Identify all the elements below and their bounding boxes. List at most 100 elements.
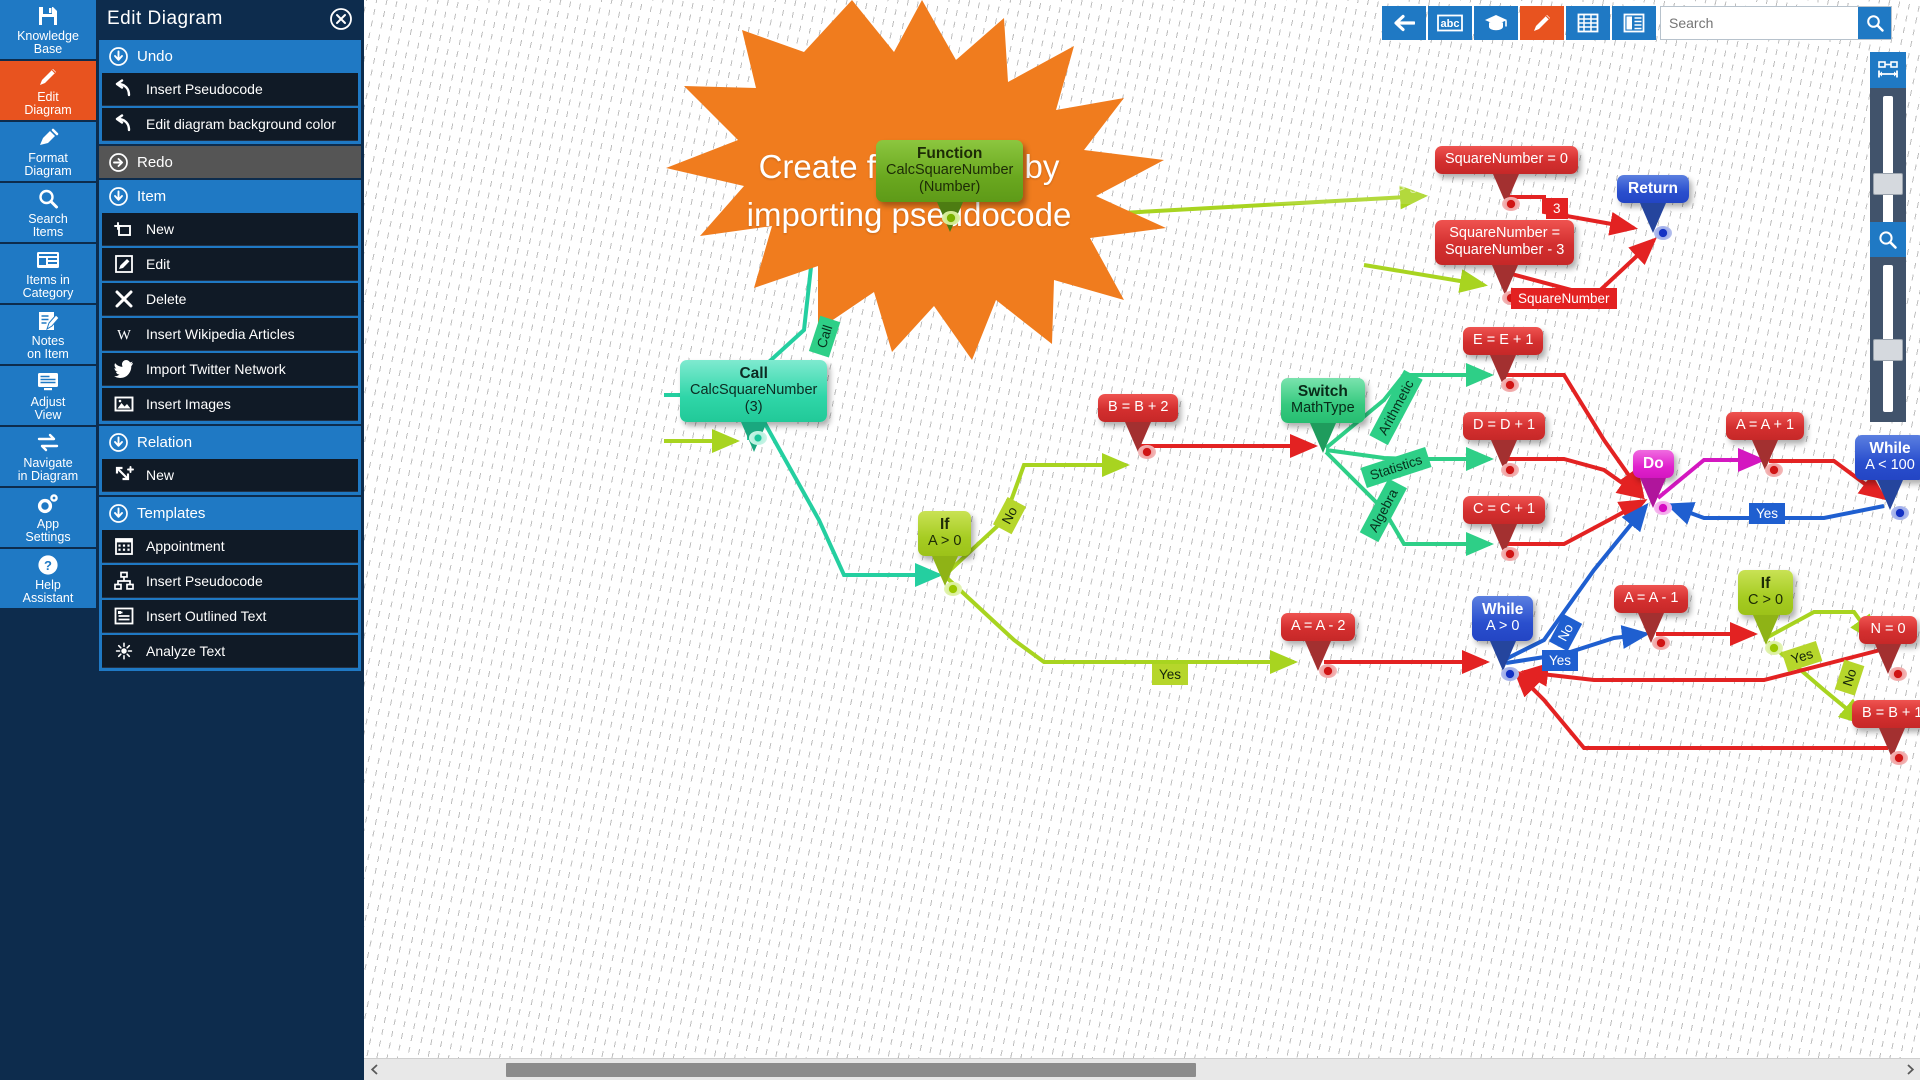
search-button[interactable]: [1858, 7, 1891, 39]
diagram-node-n-a-1[interactable]: A = A - 1: [1614, 585, 1689, 643]
menu-item-item-twitter[interactable]: Import Twitter Network: [102, 353, 358, 386]
node-anchor-n-sq0[interactable]: [1502, 197, 1520, 211]
edge-label-lbl-call: Call: [808, 315, 841, 358]
node-anchor-n-e1[interactable]: [1501, 378, 1519, 392]
rail-item-format-diagram[interactable]: Format Diagram: [0, 122, 96, 183]
toolbar-button-back[interactable]: [1382, 6, 1426, 40]
node-title: Return: [1628, 180, 1678, 197]
group-header-undo[interactable]: Undo: [99, 40, 361, 72]
columns-icon: [1623, 13, 1645, 33]
node-anchor-n-n0[interactable]: [1889, 667, 1907, 681]
scrollbar-track[interactable]: [384, 1059, 1900, 1080]
group-header-templates[interactable]: Templates: [99, 497, 361, 529]
diagram-node-n-return[interactable]: Return: [1617, 175, 1689, 233]
node-anchor-n-if-c0[interactable]: [1765, 641, 1783, 655]
menu-item-template-analyze-text[interactable]: Analyze Text: [102, 635, 358, 668]
undo-arrow-icon: [114, 79, 134, 99]
diagram-node-n-n0[interactable]: N = 0: [1859, 616, 1917, 674]
monitor-icon: [37, 372, 59, 393]
group-items-relation: New: [99, 458, 361, 495]
group-header-relation[interactable]: Relation: [99, 426, 361, 458]
diagram-node-n-call[interactable]: Call CalcSquareNumber (3): [680, 360, 828, 452]
node-anchor-n-do[interactable]: [1654, 501, 1672, 515]
rail-item-notes-on-item[interactable]: Notes on Item: [0, 305, 96, 366]
node-sub: A = A + 1: [1736, 417, 1795, 433]
toolbar-button-edit[interactable]: [1520, 6, 1564, 40]
node-anchor-n-call[interactable]: [749, 431, 767, 445]
diagram-node-n-if-c0[interactable]: If C > 0: [1738, 570, 1794, 645]
diagram-node-n-hidden-if[interactable]: SquareNumber > 5: [1266, 176, 1446, 204]
menu-item-item-new[interactable]: New: [102, 213, 358, 246]
chevron-left-icon[interactable]: [364, 1059, 384, 1080]
edit-pencil-icon: [114, 254, 134, 274]
diagram-node-n-a2[interactable]: A = A - 2: [1281, 613, 1356, 671]
rail-item-app-settings[interactable]: App Settings: [0, 488, 96, 549]
diagram-canvas[interactable]: Function CalcSquareNumber (Number) Call Calc…: [364, 0, 1920, 1080]
diagram-node-n-sqminus[interactable]: SquareNumber = SquareNumber - 3: [1435, 220, 1575, 295]
menu-item-undo-insert-pseudocode[interactable]: Insert Pseudocode: [102, 73, 358, 106]
diagram-node-n-function[interactable]: Function CalcSquareNumber (Number): [876, 140, 1024, 232]
node-anchor-n-b2[interactable]: [1138, 445, 1156, 459]
diagram-node-n-while-a100[interactable]: While A < 100: [1855, 435, 1920, 510]
menu-item-template-insert-pseudocode[interactable]: Insert Pseudocode: [102, 565, 358, 598]
toolbar-button-table[interactable]: [1566, 6, 1610, 40]
zoom-track[interactable]: [1873, 265, 1903, 412]
diagram-node-n-switch[interactable]: Switch MathType: [1281, 378, 1365, 453]
node-anchor-n-while-a0[interactable]: [1501, 667, 1519, 681]
arrow-left-icon: [1393, 14, 1415, 32]
menu-item-template-outlined-text[interactable]: Insert Outlined Text: [102, 600, 358, 633]
rail-item-edit-diagram[interactable]: Edit Diagram: [0, 61, 96, 122]
node-anchor-n-switch[interactable]: [1320, 449, 1338, 463]
menu-item-template-appointment[interactable]: Appointment: [102, 530, 358, 563]
diagram-node-n-do[interactable]: Do: [1633, 450, 1674, 508]
toolbar-button-layout[interactable]: [1612, 6, 1656, 40]
diagram-node-n-e1[interactable]: E = E + 1: [1463, 327, 1544, 385]
node-anchor-n-d1[interactable]: [1501, 463, 1519, 477]
diagram-node-n-d1[interactable]: D = D + 1: [1463, 412, 1546, 470]
group-header-item[interactable]: Item: [99, 180, 361, 212]
chevron-down-circle-icon: [109, 503, 128, 523]
node-anchor-n-a-1[interactable]: [1652, 636, 1670, 650]
node-spacing-thumb[interactable]: [1873, 173, 1903, 196]
diagram-node-n-b1[interactable]: B = B + 1: [1852, 700, 1920, 758]
close-icon[interactable]: [330, 8, 352, 30]
node-anchor-n-c1[interactable]: [1501, 547, 1519, 561]
rail-item-knowledge-base[interactable]: Knowledge Base: [0, 0, 96, 61]
diagram-node-n-a1[interactable]: A = A + 1: [1726, 412, 1805, 470]
diagram-node-n-if-a0[interactable]: If A > 0: [918, 511, 972, 586]
menu-item-item-images[interactable]: Insert Images: [102, 388, 358, 421]
edge-label-lbl-no-w: No: [1549, 613, 1583, 652]
diagram-node-n-c1[interactable]: C = C + 1: [1463, 496, 1546, 554]
rail-item-help-assistant[interactable]: ? Help Assistant: [0, 549, 96, 610]
menu-item-item-delete[interactable]: Delete: [102, 283, 358, 316]
toolbar-button-learn[interactable]: [1474, 6, 1518, 40]
rail-item-items-in-category[interactable]: Items in Category: [0, 244, 96, 305]
rail-item-adjust-view[interactable]: Adjust View: [0, 366, 96, 427]
scrollbar-thumb[interactable]: [506, 1062, 1196, 1077]
toolbar-button-spellcheck[interactable]: abc: [1428, 6, 1472, 40]
wikipedia-w-icon: W: [114, 324, 134, 344]
diagram-node-n-sq0[interactable]: SquareNumber = 0: [1435, 146, 1578, 204]
node-anchor-n-function[interactable]: [942, 211, 960, 225]
rail-item-search-items[interactable]: Search Items: [0, 183, 96, 244]
node-anchor-n-a2[interactable]: [1319, 664, 1337, 678]
diagram-node-n-while-a0[interactable]: While A > 0: [1472, 596, 1534, 671]
group-header-redo[interactable]: Redo: [99, 146, 361, 178]
zoom-thumb[interactable]: [1873, 338, 1903, 361]
node-anchor-n-if-a0[interactable]: [944, 582, 962, 596]
flowchart-icon: [114, 571, 134, 591]
chevron-right-icon[interactable]: [1900, 1059, 1920, 1080]
menu-item-item-wikipedia[interactable]: W Insert Wikipedia Articles: [102, 318, 358, 351]
diagram-node-n-b2[interactable]: B = B + 2: [1098, 394, 1179, 452]
node-anchor-n-b1[interactable]: [1890, 751, 1908, 765]
rail-item-navigate-in-diagram[interactable]: Navigate in Diagram: [0, 427, 96, 488]
menu-item-relation-new[interactable]: New: [102, 459, 358, 492]
node-anchor-n-while-a100[interactable]: [1891, 506, 1909, 520]
node-anchor-n-a1[interactable]: [1765, 463, 1783, 477]
menu-item-item-edit[interactable]: Edit: [102, 248, 358, 281]
menu-item-undo-edit-background[interactable]: Edit diagram background color: [102, 108, 358, 141]
zoom-slider[interactable]: [1870, 222, 1906, 422]
node-anchor-n-return[interactable]: [1654, 226, 1672, 240]
search-input[interactable]: [1661, 7, 1858, 39]
horizontal-scrollbar[interactable]: [364, 1058, 1920, 1080]
